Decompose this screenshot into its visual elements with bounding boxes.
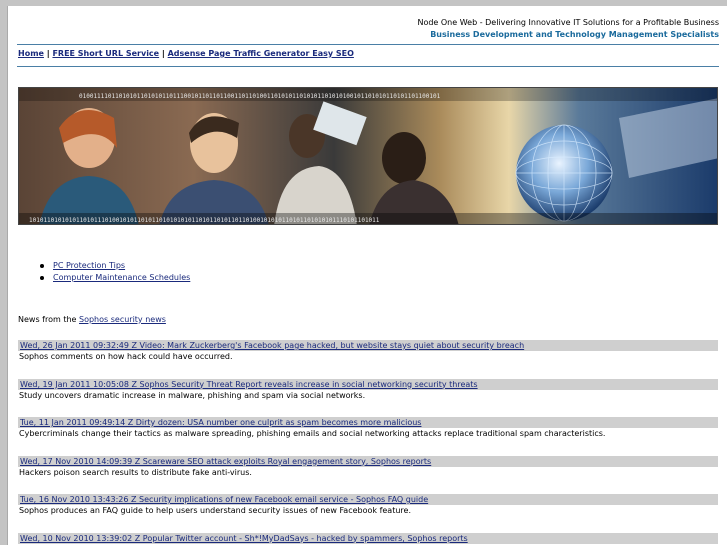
news-item-title-link[interactable]: Tue, 16 Nov 2010 13:43:26 Z Security imp…	[20, 495, 428, 504]
news-item-title-link[interactable]: Wed, 19 Jan 2011 10:05:08 Z Sophos Secur…	[20, 380, 478, 389]
maintenance-schedules-link[interactable]: Computer Maintenance Schedules	[53, 273, 190, 282]
sophos-news-link[interactable]: Sophos security news	[79, 315, 166, 324]
news-feed: Wed, 26 Jan 2011 09:32:49 Z Video: Mark …	[18, 340, 718, 545]
news-item-title-link[interactable]: Tue, 11 Jan 2011 09:49:14 Z Dirty dozen:…	[20, 418, 421, 427]
page: Node One Web - Delivering Innovative IT …	[7, 6, 727, 545]
news-item: Wed, 26 Jan 2011 09:32:49 Z Video: Mark …	[18, 340, 718, 379]
list-item: Computer Maintenance Schedules	[40, 272, 190, 284]
news-item: Tue, 11 Jan 2011 09:49:14 Z Dirty dozen:…	[18, 417, 718, 456]
binary-strip-top: 0100111101101010110101011011100101101101…	[79, 93, 441, 100]
divider-top	[17, 44, 719, 45]
nav-separator: |	[159, 49, 168, 58]
news-intro: News from the Sophos security news	[18, 315, 166, 324]
news-item: Wed, 17 Nov 2010 14:09:39 Z Scareware SE…	[18, 455, 718, 495]
news-item-title-link[interactable]: Wed, 17 Nov 2010 14:09:39 Z Scareware SE…	[20, 457, 431, 466]
binary-strip-bottom: 1010110101010110101110100101011010110101…	[29, 217, 380, 224]
nav-home-link[interactable]: Home	[18, 49, 44, 58]
news-intro-text: News from the	[18, 315, 79, 324]
news-item-title-link[interactable]: Wed, 10 Nov 2010 13:39:02 Z Popular Twit…	[20, 534, 468, 543]
news-item-description: Hackers poison search results to distrib…	[19, 467, 252, 477]
top-nav: Home | FREE Short URL Service | Adsense …	[18, 49, 354, 58]
site-tagline: Node One Web - Delivering Innovative IT …	[417, 17, 719, 41]
nav-adsense-link[interactable]: Adsense Page Traffic Generator Easy SEO	[168, 49, 354, 58]
news-item-description: Sophos comments on how hack could have o…	[19, 352, 233, 361]
pc-protection-tips-link[interactable]: PC Protection Tips	[53, 261, 125, 270]
news-item: Wed, 19 Jan 2011 10:05:08 Z Sophos Secur…	[18, 378, 718, 418]
news-item: Tue, 16 Nov 2010 13:43:26 Z Security imp…	[18, 494, 718, 533]
tagline-sub: Business Development and Technology Mana…	[430, 30, 719, 39]
tagline-main: Node One Web - Delivering Innovative IT …	[417, 18, 719, 27]
divider-nav	[17, 66, 719, 67]
nav-short-url-link[interactable]: FREE Short URL Service	[52, 49, 159, 58]
list-item: PC Protection Tips	[40, 260, 190, 272]
news-item-description: Sophos produces an FAQ guide to help use…	[19, 506, 411, 515]
resource-links: PC Protection Tips Computer Maintenance …	[40, 260, 190, 284]
hero-banner-image: 0100111101101010110101011011100101101101…	[18, 87, 718, 225]
news-item: Wed, 10 Nov 2010 13:39:02 Z Popular Twit…	[18, 532, 718, 545]
news-item-title-link[interactable]: Wed, 26 Jan 2011 09:32:49 Z Video: Mark …	[20, 341, 524, 350]
news-item-description: Cybercriminals change their tactics as m…	[19, 429, 606, 438]
news-item-description: Study uncovers dramatic increase in malw…	[19, 390, 366, 400]
